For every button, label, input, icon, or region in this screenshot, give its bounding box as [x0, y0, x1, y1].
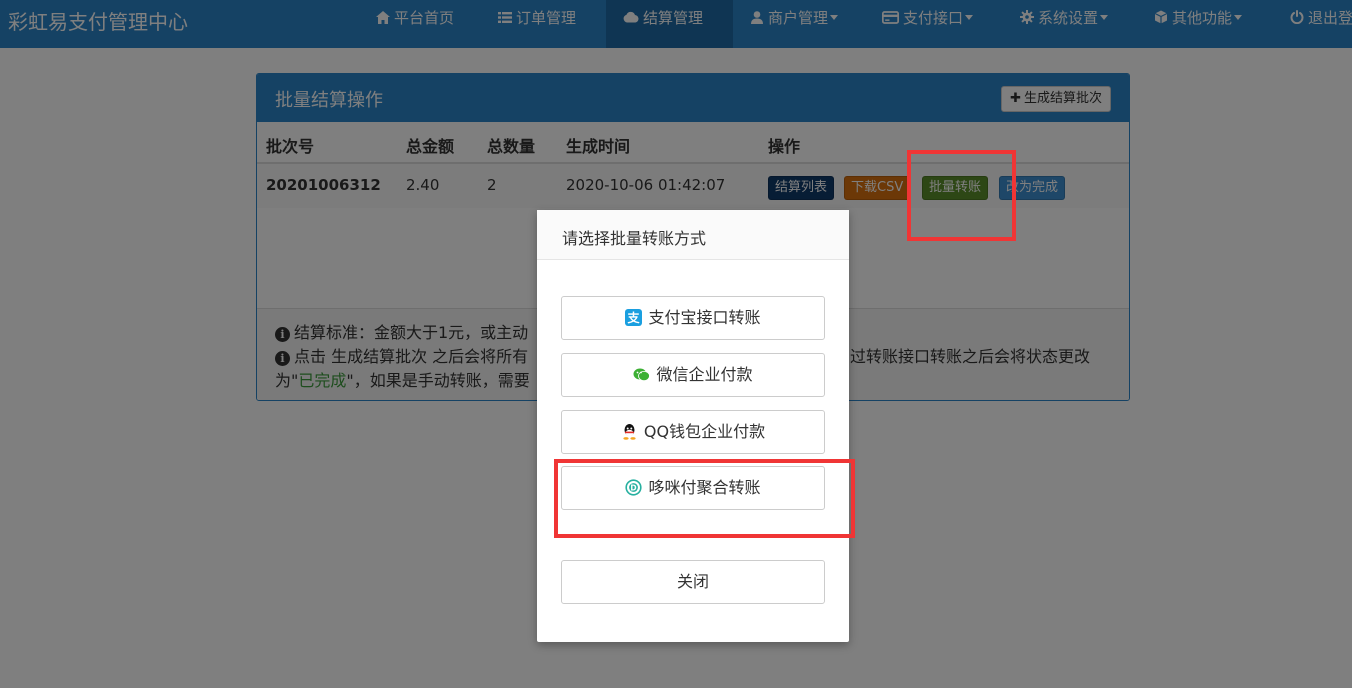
wechat-icon [633, 368, 651, 381]
transfer-method-modal: 请选择批量转账方式 支支付宝接口转账 微信企业付款 QQ钱包企业付款 D 哆咪付聚… [537, 210, 849, 642]
modal-title: 请选择批量转账方式 [537, 210, 849, 260]
alipay-transfer-button[interactable]: 支支付宝接口转账 [561, 296, 825, 340]
highlight-box-duomi-option [554, 459, 855, 538]
highlight-box-batch-transfer [907, 150, 1016, 241]
svg-text:支: 支 [627, 310, 641, 325]
close-button[interactable]: 关闭 [561, 560, 825, 604]
alipay-icon: 支 [625, 309, 643, 326]
qq-icon [623, 424, 636, 440]
wechat-payment-button[interactable]: 微信企业付款 [561, 353, 825, 397]
qq-wallet-payment-button[interactable]: QQ钱包企业付款 [561, 410, 825, 454]
